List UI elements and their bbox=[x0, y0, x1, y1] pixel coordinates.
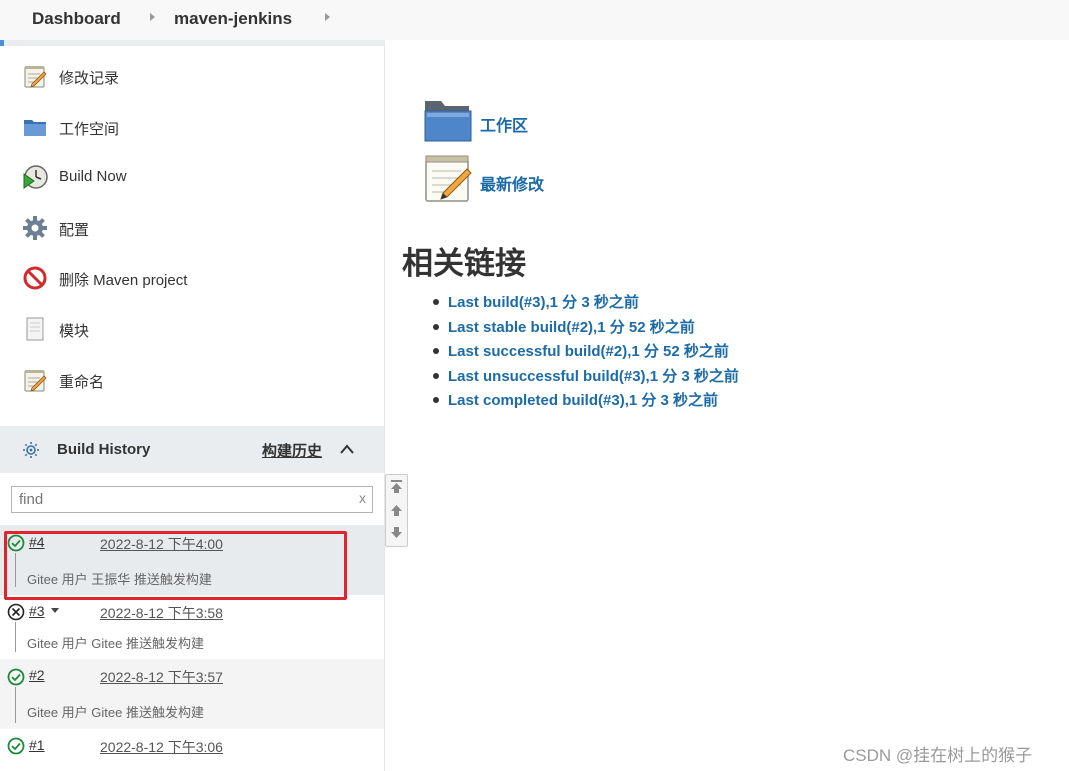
task-configure[interactable]: 配置 bbox=[0, 205, 383, 249]
breadcrumb-separator-icon[interactable] bbox=[150, 13, 155, 21]
history-paging-controls bbox=[385, 474, 408, 547]
document-icon bbox=[22, 316, 48, 342]
recent-changes-link[interactable]: 最新修改 bbox=[480, 171, 544, 195]
no-entry-icon bbox=[22, 265, 48, 291]
build-search-input[interactable] bbox=[12, 487, 352, 512]
large-folder-icon[interactable] bbox=[423, 97, 473, 143]
breadcrumb-separator-icon[interactable] bbox=[325, 13, 330, 21]
task-modules[interactable]: 模块 bbox=[0, 306, 383, 350]
side-panel-accent bbox=[0, 40, 4, 46]
task-build-now[interactable]: Build Now bbox=[0, 154, 383, 198]
build-cause: Gitee 用户 Gitee 推送触发构建 bbox=[27, 636, 204, 651]
build-row[interactable]: #2 2022-8-12 下午3:57 Gitee 用户 Gitee 推送触发构… bbox=[0, 659, 384, 729]
clear-search-button[interactable]: x bbox=[359, 490, 366, 506]
breadcrumb-dashboard[interactable]: Dashboard bbox=[32, 9, 121, 29]
permalink-last-stable[interactable]: Last stable build(#2),1 分 52 秒之前 bbox=[433, 316, 739, 341]
build-row[interactable]: #3 2022-8-12 下午3:58 Gitee 用户 Gitee 推送触发构… bbox=[0, 595, 384, 659]
folder-icon bbox=[22, 114, 48, 140]
annotation-highlight-box bbox=[4, 531, 347, 600]
build-time-link[interactable]: 2022-8-12 下午3:58 bbox=[100, 603, 223, 623]
notepad-icon bbox=[22, 367, 48, 393]
success-check-icon bbox=[7, 737, 25, 755]
build-history-title: Build History bbox=[57, 441, 151, 458]
build-trend-link[interactable]: 构建历史 bbox=[262, 440, 322, 461]
gear-icon bbox=[22, 215, 48, 241]
failed-cross-icon bbox=[7, 603, 25, 621]
task-label[interactable]: 修改记录 bbox=[59, 67, 119, 88]
clock-play-icon bbox=[22, 164, 48, 190]
task-delete-project[interactable]: 删除 Maven project bbox=[0, 255, 383, 299]
related-links-heading: 相关链接 bbox=[402, 246, 526, 281]
breadcrumb-project[interactable]: maven-jenkins bbox=[174, 9, 292, 29]
build-history-header: Build History 构建历史 bbox=[0, 426, 384, 473]
timeline-line bbox=[15, 687, 16, 723]
build-number-link[interactable]: #3 bbox=[29, 603, 45, 619]
workspace-link[interactable]: 工作区 bbox=[480, 112, 528, 136]
build-cause: Gitee 用户 Gitee 推送触发构建 bbox=[27, 705, 204, 720]
collapse-chevron-icon[interactable] bbox=[339, 442, 355, 456]
dropdown-caret-icon[interactable] bbox=[51, 608, 59, 613]
permalinks-list: Last build(#3),1 分 3 秒之前 Last stable bui… bbox=[433, 291, 739, 414]
permalink-last-unsuccessful[interactable]: Last unsuccessful build(#3),1 分 3 秒之前 bbox=[433, 365, 739, 390]
build-history-icon bbox=[22, 441, 40, 459]
build-time-link[interactable]: 2022-8-12 下午3:06 bbox=[100, 737, 223, 757]
permalink-last-successful[interactable]: Last successful build(#2),1 分 52 秒之前 bbox=[433, 340, 739, 365]
task-label[interactable]: 配置 bbox=[59, 219, 89, 240]
build-search-box: x bbox=[11, 486, 373, 513]
notepad-icon bbox=[22, 63, 48, 89]
page-up-icon[interactable] bbox=[389, 503, 404, 518]
task-changes[interactable]: 修改记录 bbox=[0, 53, 383, 97]
permalink-last-build[interactable]: Last build(#3),1 分 3 秒之前 bbox=[433, 291, 739, 316]
page-down-icon[interactable] bbox=[389, 525, 404, 540]
success-check-icon bbox=[7, 668, 25, 686]
page-first-icon[interactable] bbox=[389, 479, 404, 494]
watermark: CSDN @挂在树上的猴子 bbox=[843, 746, 1033, 765]
build-number-link[interactable]: #1 bbox=[29, 737, 45, 753]
task-label[interactable]: 工作空间 bbox=[59, 118, 119, 139]
large-notepad-icon[interactable] bbox=[423, 153, 473, 203]
permalink-last-completed[interactable]: Last completed build(#3),1 分 3 秒之前 bbox=[433, 389, 739, 414]
build-time-link[interactable]: 2022-8-12 下午3:57 bbox=[100, 667, 223, 687]
breadcrumb-bar: Dashboard maven-jenkins bbox=[0, 0, 1069, 40]
task-rename[interactable]: 重命名 bbox=[0, 357, 383, 401]
build-number-link[interactable]: #2 bbox=[29, 667, 45, 683]
task-label[interactable]: 删除 Maven project bbox=[59, 269, 187, 290]
side-panel-top-strip bbox=[0, 40, 385, 46]
task-label[interactable]: 模块 bbox=[59, 320, 89, 341]
task-label[interactable]: Build Now bbox=[59, 168, 127, 185]
task-workspace[interactable]: 工作空间 bbox=[0, 104, 383, 148]
build-row[interactable]: #1 2022-8-12 下午3:06 bbox=[0, 729, 384, 771]
timeline-line bbox=[15, 622, 16, 652]
task-label[interactable]: 重命名 bbox=[59, 371, 104, 392]
